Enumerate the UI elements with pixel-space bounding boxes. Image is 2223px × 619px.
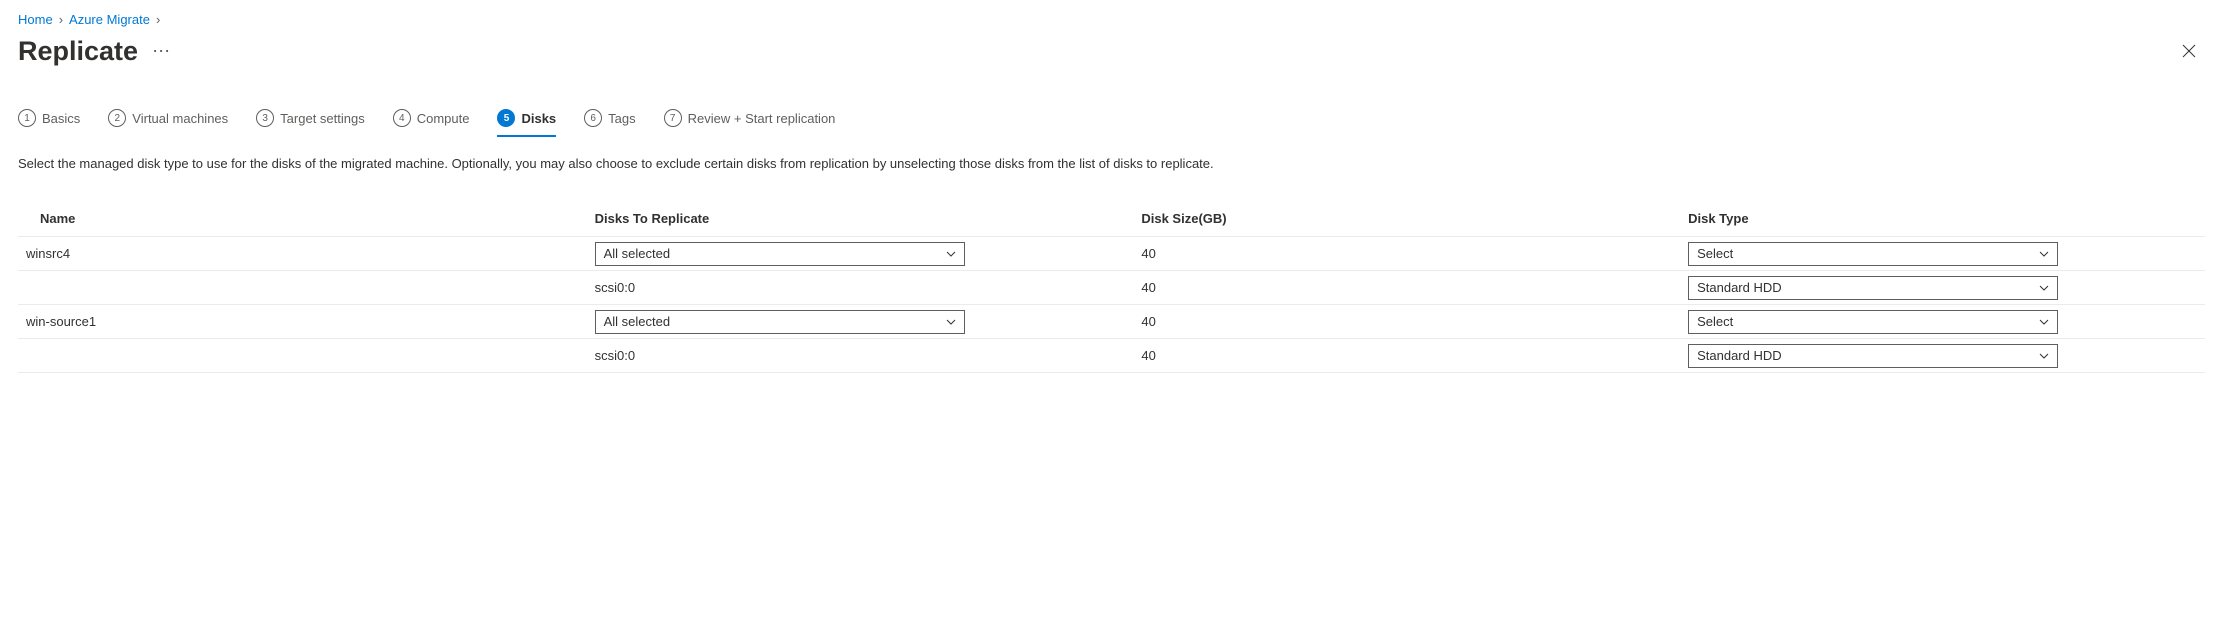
step-number: 1 xyxy=(18,109,36,127)
disk-detail: scsi0:0 xyxy=(587,271,1134,305)
step-number: 3 xyxy=(256,109,274,127)
tab-review[interactable]: 7 Review + Start replication xyxy=(664,109,836,137)
tab-tags[interactable]: 6 Tags xyxy=(584,109,635,137)
select-value: Select xyxy=(1697,246,1733,261)
chevron-down-icon xyxy=(946,249,956,259)
close-button[interactable] xyxy=(2173,35,2205,67)
table-row: scsi0:0 40 Standard HDD xyxy=(18,271,2205,305)
disk-size: 40 xyxy=(1133,339,1680,373)
tab-label: Review + Start replication xyxy=(688,111,836,126)
tab-target-settings[interactable]: 3 Target settings xyxy=(256,109,365,137)
close-icon xyxy=(2182,44,2196,58)
disk-type-select[interactable]: Standard HDD xyxy=(1688,344,2058,368)
col-header-type: Disk Type xyxy=(1680,203,2205,237)
vm-name: win-source1 xyxy=(18,305,587,339)
select-value: Standard HDD xyxy=(1697,348,1782,363)
table-row: scsi0:0 40 Standard HDD xyxy=(18,339,2205,373)
disk-size: 40 xyxy=(1133,305,1680,339)
tab-basics[interactable]: 1 Basics xyxy=(18,109,80,137)
step-number: 4 xyxy=(393,109,411,127)
page-title: Replicate xyxy=(18,36,138,67)
breadcrumb-azure-migrate[interactable]: Azure Migrate xyxy=(69,12,150,27)
page-header: Replicate ⋯ xyxy=(18,35,2205,67)
tab-label: Tags xyxy=(608,111,635,126)
select-value: Select xyxy=(1697,314,1733,329)
step-number: 5 xyxy=(497,109,515,127)
tab-label: Basics xyxy=(42,111,80,126)
select-value: All selected xyxy=(604,246,670,261)
breadcrumb: Home › Azure Migrate › xyxy=(18,12,2205,27)
breadcrumb-home[interactable]: Home xyxy=(18,12,53,27)
tab-label: Disks xyxy=(521,111,556,126)
col-header-replicate: Disks To Replicate xyxy=(587,203,1134,237)
description-text: Select the managed disk type to use for … xyxy=(18,155,2205,173)
tab-compute[interactable]: 4 Compute xyxy=(393,109,470,137)
chevron-right-icon: › xyxy=(59,12,63,27)
vm-name xyxy=(18,271,587,305)
disk-size: 40 xyxy=(1133,271,1680,305)
select-value: Standard HDD xyxy=(1697,280,1782,295)
chevron-down-icon xyxy=(946,317,956,327)
more-icon[interactable]: ⋯ xyxy=(152,42,171,60)
col-header-size: Disk Size(GB) xyxy=(1133,203,1680,237)
step-number: 7 xyxy=(664,109,682,127)
disks-to-replicate-select[interactable]: All selected xyxy=(595,310,965,334)
page-title-wrap: Replicate ⋯ xyxy=(18,36,171,67)
chevron-down-icon xyxy=(2039,283,2049,293)
disk-type-select[interactable]: Select xyxy=(1688,310,2058,334)
disks-table: Name Disks To Replicate Disk Size(GB) Di… xyxy=(18,203,2205,373)
disk-type-select[interactable]: Standard HDD xyxy=(1688,276,2058,300)
tab-virtual-machines[interactable]: 2 Virtual machines xyxy=(108,109,228,137)
vm-name xyxy=(18,339,587,373)
tab-label: Compute xyxy=(417,111,470,126)
table-header-row: Name Disks To Replicate Disk Size(GB) Di… xyxy=(18,203,2205,237)
wizard-tabs: 1 Basics 2 Virtual machines 3 Target set… xyxy=(18,109,2205,137)
disk-size: 40 xyxy=(1133,237,1680,271)
col-header-name: Name xyxy=(18,203,587,237)
step-number: 2 xyxy=(108,109,126,127)
chevron-down-icon xyxy=(2039,249,2049,259)
tab-disks[interactable]: 5 Disks xyxy=(497,109,556,137)
table-row: win-source1 All selected 40 Select xyxy=(18,305,2205,339)
step-number: 6 xyxy=(584,109,602,127)
chevron-right-icon: › xyxy=(156,12,160,27)
table-row: winsrc4 All selected 40 Select xyxy=(18,237,2205,271)
select-value: All selected xyxy=(604,314,670,329)
disks-to-replicate-select[interactable]: All selected xyxy=(595,242,965,266)
tab-label: Target settings xyxy=(280,111,365,126)
chevron-down-icon xyxy=(2039,351,2049,361)
chevron-down-icon xyxy=(2039,317,2049,327)
disk-detail: scsi0:0 xyxy=(587,339,1134,373)
disk-type-select[interactable]: Select xyxy=(1688,242,2058,266)
tab-label: Virtual machines xyxy=(132,111,228,126)
vm-name: winsrc4 xyxy=(18,237,587,271)
